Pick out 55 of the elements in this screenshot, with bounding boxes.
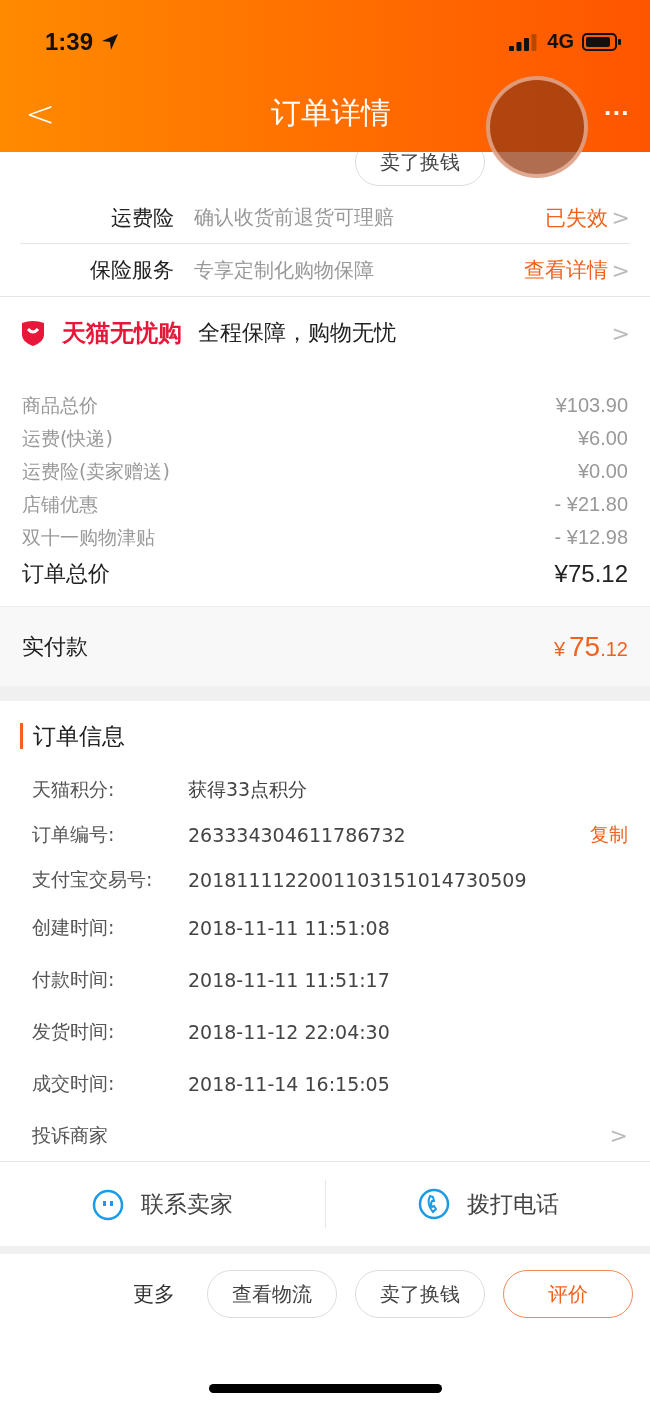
total-value: ¥75.12 (554, 560, 628, 588)
info-label: 发货时间: (32, 1019, 116, 1044)
chevron-icon: > (605, 1123, 628, 1148)
call-button[interactable]: 拨打电话 (325, 1186, 650, 1222)
info-value: 2018-11-11 11:51:17 (188, 969, 391, 991)
action-button[interactable]: 卖了换钱 (355, 1270, 485, 1318)
section-title: 订单信息 (20, 723, 630, 749)
price-value: ¥103.90 (555, 394, 628, 417)
network-label: 4G (547, 30, 574, 53)
total-label: 订单总价 (22, 560, 110, 588)
action-button[interactable]: 查看物流 (207, 1270, 337, 1318)
chevron-icon: > (607, 205, 630, 230)
price-value: ¥0.00 (577, 460, 628, 483)
info-label: 天猫积分: (32, 776, 116, 802)
chevron-icon: > (607, 257, 630, 283)
paid-label: 实付款 (22, 632, 88, 661)
price-label: 双十一购物津贴 (22, 524, 155, 550)
price-value: ¥6.00 (577, 427, 628, 450)
price-value: - ¥12.98 (554, 526, 628, 549)
page-title: 订单详情 (271, 94, 391, 132)
service-description: 确认收货前退货可理赔 (193, 204, 395, 231)
battery-icon (582, 31, 622, 52)
info-value: 2018111122001103151014730509 (188, 868, 528, 891)
price-label: 运费(快递) (22, 425, 113, 451)
price-label: 店铺优惠 (22, 491, 98, 517)
info-value: 2018-11-12 22:04:30 (188, 1021, 391, 1043)
info-label: 创建时间: (32, 915, 116, 940)
service-description: 专享定制化购物保障 (193, 256, 375, 284)
price-value: - ¥21.80 (554, 493, 628, 516)
info-label: 付款时间: (32, 967, 116, 992)
status-time: 1:39 (45, 27, 94, 56)
chat-face-icon (91, 1187, 126, 1221)
info-value: 263334304611786732 (188, 823, 407, 846)
more-label[interactable]: 更多 (133, 1280, 175, 1308)
paid-amount: ¥75.12 (553, 630, 628, 663)
action-button[interactable]: 卖了换钱 (355, 152, 485, 186)
price-label: 运费险(卖家赠送) (22, 458, 170, 484)
contact-seller-button[interactable]: 联系卖家 (0, 1186, 325, 1222)
service-label: 保险服务 (89, 257, 174, 284)
phone-icon (416, 1187, 451, 1221)
complaint-row[interactable]: 投诉商家 > (0, 1110, 650, 1162)
shield-icon (20, 319, 46, 347)
chevron-icon: > (607, 320, 630, 346)
guarantee-text: 全程保障，购物无忧 (198, 319, 397, 347)
info-label: 订单编号: (32, 821, 116, 847)
info-value: 2018-11-11 11:51:08 (188, 917, 391, 939)
brand-label: 天猫无忧购 (62, 318, 182, 349)
price-label: 商品总价 (22, 392, 98, 418)
info-value: 获得33点积分 (188, 776, 309, 802)
info-label: 成交时间: (32, 1071, 116, 1096)
location-arrow-icon (101, 32, 120, 51)
info-value: 2018-11-14 16:15:05 (188, 1073, 391, 1095)
info-label: 支付宝交易号: (32, 866, 154, 892)
signal-icon (509, 32, 540, 51)
service-label: 运费险 (110, 204, 174, 232)
